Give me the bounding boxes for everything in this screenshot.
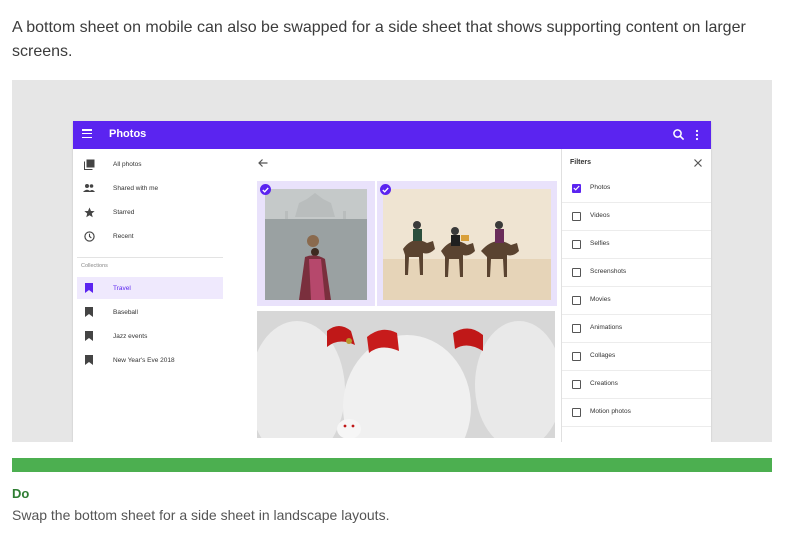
filter-label: Animations [590, 324, 623, 331]
bookmark-icon [83, 306, 95, 318]
nav-item-label: Jazz events [113, 332, 148, 340]
clock-icon [83, 230, 95, 242]
woman-carrying-pot-photo [265, 189, 367, 300]
nav-item-recent[interactable]: Recent [77, 225, 223, 247]
more-vert-icon[interactable] [693, 128, 701, 142]
nav-item-baseball[interactable]: Baseball [77, 301, 223, 323]
filter-option-collages[interactable]: Collages [562, 343, 711, 371]
filter-option-videos[interactable]: Videos [562, 203, 711, 231]
filter-label: Motion photos [590, 408, 631, 415]
filter-label: Movies [590, 296, 611, 303]
check-circle-icon[interactable] [260, 184, 271, 195]
menu-icon[interactable] [82, 129, 94, 141]
filter-label: Photos [590, 184, 611, 191]
checkbox[interactable] [572, 268, 581, 277]
nav-item-shared-with-me[interactable]: Shared with me [77, 177, 223, 199]
photo-tile[interactable] [377, 181, 557, 306]
filter-label: Screenshots [590, 268, 627, 275]
filter-label: Collages [590, 352, 616, 359]
bookmark-icon [83, 354, 95, 366]
nav-divider [77, 257, 223, 258]
nav-item-label: New Year's Eve 2018 [113, 356, 175, 364]
search-icon[interactable] [672, 128, 686, 142]
navigation-drawer: All photos Shared with me Starred Recent [73, 149, 233, 442]
checkbox[interactable] [572, 408, 581, 417]
filter-option-animations[interactable]: Animations [562, 315, 711, 343]
filters-side-sheet: Filters Photos Videos Selfies Screenshot… [561, 149, 711, 442]
nav-item-travel[interactable]: Travel [77, 277, 223, 299]
filter-label: Creations [590, 380, 618, 387]
star-icon [83, 206, 95, 218]
checkbox[interactable] [572, 324, 581, 333]
checkbox[interactable] [572, 296, 581, 305]
example-stage: Photos All photos Shared with me Starred… [12, 80, 772, 442]
filter-label: Videos [590, 212, 610, 219]
nav-item-label: All photos [113, 160, 142, 168]
nav-item-label: Travel [113, 284, 131, 292]
nav-item-jazz-events[interactable]: Jazz events [77, 325, 223, 347]
filter-option-screenshots[interactable]: Screenshots [562, 259, 711, 287]
photo-library-icon [83, 158, 95, 170]
do-label: Do [12, 486, 30, 501]
nav-item-all-photos[interactable]: All photos [77, 153, 223, 175]
collections-heading: Collections [81, 263, 108, 269]
top-app-bar: Photos [73, 121, 711, 149]
photo-tile[interactable] [257, 181, 375, 306]
sheet-title: Filters [570, 159, 592, 166]
bookmark-icon [83, 282, 95, 294]
camel-riders-photo [383, 189, 551, 300]
checkbox[interactable] [572, 212, 581, 221]
do-indicator-bar [12, 458, 772, 472]
nav-item-label: Baseball [113, 308, 138, 316]
do-caption: Swap the bottom sheet for a side sheet i… [12, 507, 390, 523]
photos-app-window: Photos All photos Shared with me Starred… [73, 121, 711, 442]
arrow-back-icon[interactable] [257, 157, 269, 169]
nav-item-label: Starred [113, 208, 135, 216]
filter-option-motion-photos[interactable]: Motion photos [562, 399, 711, 427]
people-icon [83, 182, 95, 194]
check-circle-icon[interactable] [380, 184, 391, 195]
nav-item-new-years-eve-2018[interactable]: New Year's Eve 2018 [77, 349, 223, 371]
bookmark-icon [83, 330, 95, 342]
intro-paragraph: A bottom sheet on mobile can also be swa… [12, 19, 746, 60]
checkbox[interactable] [572, 352, 581, 361]
checkbox[interactable] [572, 380, 581, 389]
photo-tile[interactable] [257, 311, 555, 438]
lucky-cat-figurines-photo [257, 311, 555, 438]
nav-item-starred[interactable]: Starred [77, 201, 223, 223]
photo-grid [233, 149, 561, 442]
checkbox[interactable] [572, 240, 581, 249]
filter-option-movies[interactable]: Movies [562, 287, 711, 315]
close-icon[interactable] [693, 158, 703, 168]
app-title: Photos [109, 128, 147, 140]
nav-item-label: Recent [113, 232, 134, 240]
filter-option-selfies[interactable]: Selfies [562, 231, 711, 259]
nav-item-label: Shared with me [113, 184, 159, 192]
filter-option-photos[interactable]: Photos [562, 175, 711, 203]
checkbox[interactable] [572, 184, 581, 193]
filter-label: Selfies [590, 240, 610, 247]
filter-option-creations[interactable]: Creations [562, 371, 711, 399]
